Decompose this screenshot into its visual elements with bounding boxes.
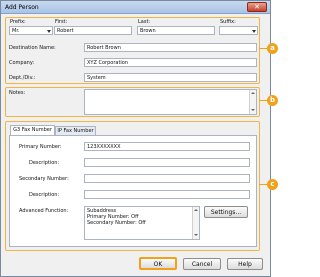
callout-badge-c: c (267, 179, 278, 190)
window-title: Add Person (5, 4, 39, 11)
chevron-down-icon (252, 30, 256, 33)
secondary-description-field[interactable] (84, 190, 250, 199)
first-name-value: Robert (57, 28, 74, 34)
add-person-dialog: Add Person ✕ Prefix: Mr. First: Robert L… (0, 0, 271, 277)
dept-field[interactable]: System (84, 73, 257, 82)
advanced-function-list[interactable]: Subaddress Primary Number: Off Secondary… (84, 206, 200, 240)
destination-label: Destination Name: (9, 45, 56, 51)
primary-number-field[interactable]: 123XXXXXXX (84, 142, 250, 151)
cancel-button[interactable]: Cancel (183, 258, 221, 270)
callout-line-b (259, 100, 267, 101)
prefix-label: Prefix: (10, 19, 26, 25)
settings-button[interactable]: Settings... (204, 206, 248, 218)
help-button[interactable]: Help (227, 258, 263, 270)
tab-ip-fax-number[interactable]: IP Fax Number (55, 126, 96, 135)
primary-description-label: Description: (29, 160, 60, 166)
scroll-down-arrow-icon[interactable] (251, 109, 255, 111)
company-field[interactable]: XYZ Corporation (84, 58, 257, 67)
notes-label: Notes: (9, 90, 26, 96)
callout-badge-b: b (267, 95, 278, 106)
primary-number-value: 123XXXXXXX (87, 144, 121, 150)
close-button[interactable]: ✕ (247, 2, 267, 12)
help-label: Help (238, 261, 252, 268)
callout-line-a (259, 48, 267, 49)
prefix-value: Mr. (12, 28, 20, 34)
advanced-scrollbar[interactable] (192, 207, 199, 239)
dept-value: System (87, 75, 106, 81)
ok-label: OK (153, 261, 163, 268)
suffix-dropdown[interactable] (219, 26, 258, 35)
primary-description-field[interactable] (84, 158, 250, 167)
chevron-down-icon (47, 30, 51, 33)
primary-number-label: Primary Number: (19, 144, 62, 150)
secondary-number-label: Secondary Number: (19, 176, 69, 182)
company-value: XYZ Corporation (87, 60, 129, 66)
first-name-field[interactable]: Robert (54, 26, 132, 35)
company-label: Company: (9, 60, 35, 66)
destination-name-field[interactable]: Robert Brown (84, 43, 257, 52)
advanced-line: Secondary Number: Off (87, 220, 146, 226)
suffix-label: Suffix: (220, 19, 236, 25)
g3-fax-tab-content: Primary Number: 123XXXXXXX Description: … (9, 135, 257, 247)
secondary-number-field[interactable] (84, 174, 250, 183)
last-label: Last: (138, 19, 151, 25)
last-name-field[interactable]: Brown (137, 26, 215, 35)
tab-label: G3 Fax Number (13, 127, 52, 133)
first-label: First: (55, 19, 68, 25)
notes-textarea[interactable] (84, 89, 257, 115)
cancel-label: Cancel (191, 261, 213, 268)
last-name-value: Brown (140, 28, 156, 34)
tab-g3-fax-number[interactable]: G3 Fax Number (10, 125, 55, 135)
destination-name-value: Robert Brown (87, 45, 121, 51)
callout-line-c (259, 184, 267, 185)
scroll-down-arrow-icon[interactable] (194, 234, 198, 236)
dept-label: Dept./Div.: (9, 75, 36, 81)
notes-scrollbar[interactable] (249, 90, 256, 114)
close-icon: ✕ (254, 3, 260, 11)
callout-badge-a: a (267, 43, 278, 54)
tab-label: IP Fax Number (57, 128, 94, 134)
secondary-description-label: Description: (29, 192, 60, 198)
title-bar: Add Person ✕ (1, 1, 270, 14)
scroll-up-arrow-icon[interactable] (194, 209, 198, 211)
scroll-up-arrow-icon[interactable] (251, 92, 255, 94)
prefix-dropdown[interactable]: Mr. (9, 26, 53, 35)
ok-button[interactable]: OK (139, 257, 177, 270)
settings-label: Settings... (210, 209, 242, 216)
advanced-function-label: Advanced Function: (19, 208, 69, 214)
